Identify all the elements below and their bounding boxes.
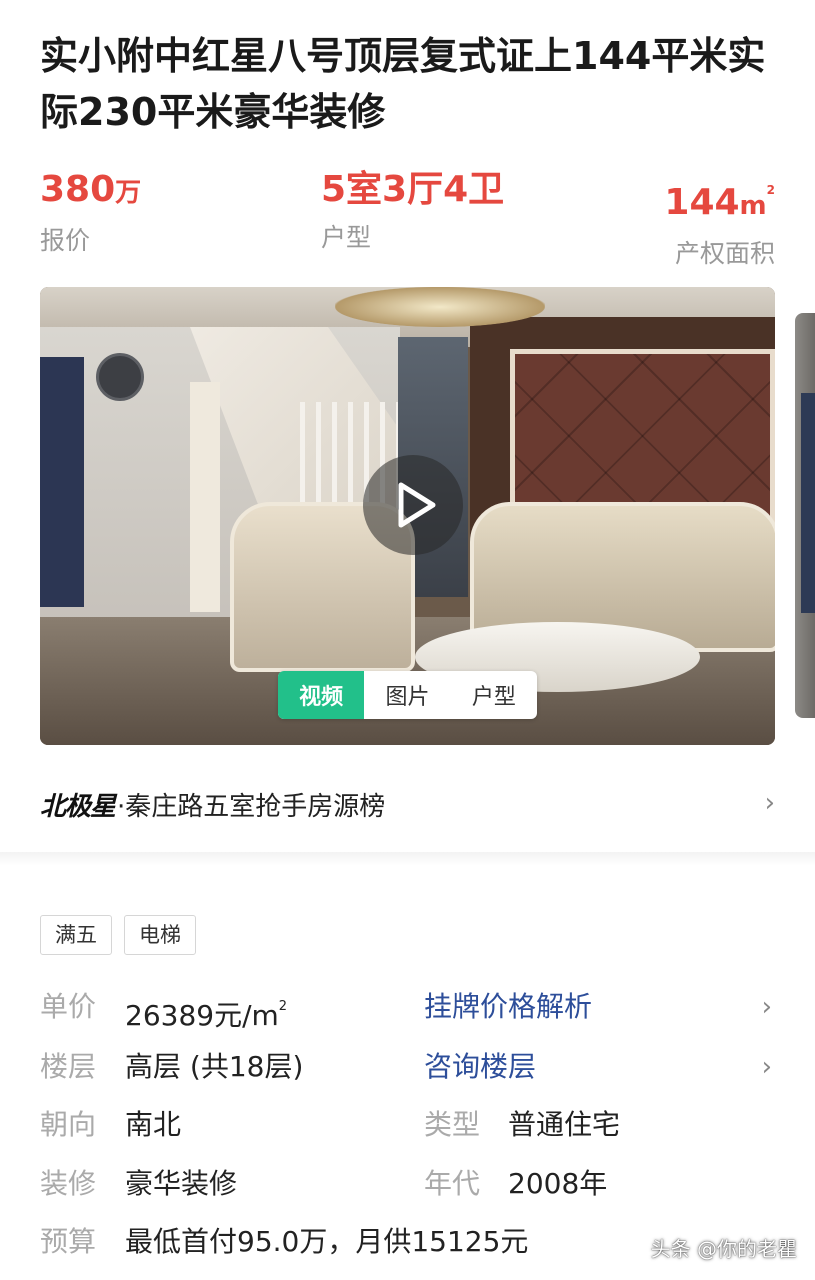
orientation-key: 朝向 [40, 1108, 97, 1141]
listing-title: 实小附中红星八号顶层复式证上144平米实际230平米豪华装修 [40, 34, 766, 134]
scene-clock [96, 353, 144, 401]
price-unit: 万 [115, 178, 142, 208]
scene-coat-stand [190, 382, 220, 612]
layout-stat: 5室3厅4卫 户型 [321, 168, 504, 254]
scene-door [40, 357, 84, 607]
unit-price-sup: 2 [278, 999, 288, 1014]
ranking-banner[interactable]: 北极星 ·秦庄路五室抢手房源榜 › [40, 776, 775, 832]
chevron-right-icon[interactable]: › [762, 983, 772, 1031]
area-unit-sup: 2 [766, 183, 775, 197]
tag-list: 满五 电梯 [40, 915, 196, 955]
price-stat: 380万 报价 [40, 168, 141, 257]
area-stat: 144m2 产权面积 [664, 168, 775, 270]
layout-value: 5室3厅4卫 [321, 169, 505, 210]
year-key: 年代 [424, 1167, 481, 1200]
tab-floorplan[interactable]: 户型 [451, 671, 537, 719]
info-row-floor: 楼层 高层 (共18层) 咨询楼层 › [40, 1043, 780, 1091]
decoration-value: 豪华装修 [125, 1167, 238, 1200]
tab-photos[interactable]: 图片 [364, 671, 450, 719]
layout-label: 户型 [321, 223, 372, 252]
media-gallery[interactable]: 视频 图片 户型 [40, 287, 775, 745]
price-label: 报价 [40, 226, 91, 255]
info-row-orientation: 朝向 南北 类型 普通住宅 [40, 1101, 780, 1149]
brand-logo: 北极星 [40, 791, 116, 822]
next-gallery-card[interactable] [795, 313, 815, 718]
play-button[interactable] [363, 455, 463, 555]
decoration-key: 装修 [40, 1167, 97, 1200]
year-value: 2008年 [508, 1167, 608, 1200]
unit-price-key: 单价 [40, 990, 97, 1023]
stats-row: 380万 报价 5室3厅4卫 户型 144m2 产权面积 [40, 168, 775, 268]
tag-over-five-years: 满五 [40, 915, 112, 955]
play-icon [398, 482, 436, 528]
area-value: 144 [664, 182, 740, 223]
info-row-unit-price: 单价 26389元/m2 挂牌价格解析 › [40, 983, 780, 1032]
tag-elevator: 电梯 [124, 915, 196, 955]
budget-value: 最低首付95.0万，月供15125元 [125, 1225, 529, 1258]
ranking-text: ·秦庄路五室抢手房源榜 [117, 791, 386, 822]
price-value: 380 [40, 169, 116, 210]
type-key: 类型 [424, 1108, 481, 1141]
area-unit: m [739, 191, 767, 221]
tab-video[interactable]: 视频 [278, 671, 365, 719]
price-analysis-link[interactable]: 挂牌价格解析 [424, 983, 592, 1031]
info-row-decoration: 装修 豪华装修 年代 2008年 [40, 1160, 780, 1208]
unit-price-value: 26389元/m [125, 999, 279, 1032]
gallery-tabs: 视频 图片 户型 [278, 671, 537, 719]
area-label: 产权面积 [674, 239, 775, 268]
scene-chandelier [335, 287, 545, 327]
budget-key: 预算 [40, 1225, 97, 1258]
section-divider [0, 852, 815, 866]
floor-inquiry-link[interactable]: 咨询楼层 [424, 1043, 536, 1091]
chevron-right-icon[interactable]: › [762, 1043, 772, 1091]
chevron-right-icon: › [764, 788, 775, 818]
floor-value: 高层 (共18层) [125, 1050, 304, 1083]
floor-key: 楼层 [40, 1050, 97, 1083]
orientation-value: 南北 [125, 1108, 182, 1141]
type-value: 普通住宅 [508, 1108, 621, 1141]
source-watermark: 头条 @你的老瞿 [650, 1237, 797, 1261]
